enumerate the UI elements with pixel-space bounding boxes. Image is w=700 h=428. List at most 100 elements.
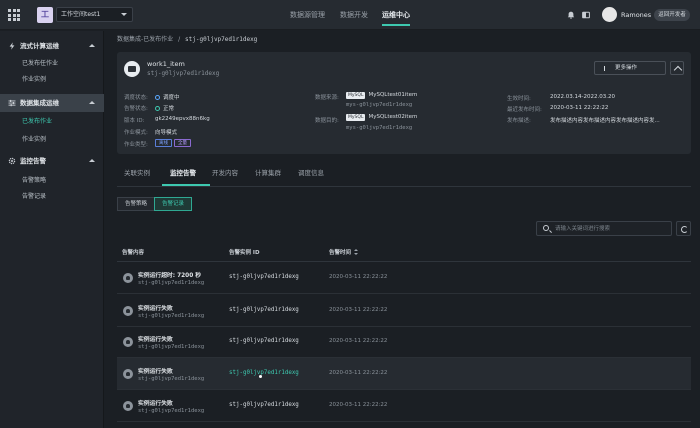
alert-instance-id[interactable]: stj-g0ljvp7ed1r1dexg [229,370,299,376]
workspace-name: 工作空间test1 [61,11,101,18]
alert-title: 实例运行失败 [138,337,173,343]
alert-job-id: stj-g0ljvp7ed1r1dexg [138,344,205,350]
user-name[interactable]: Ramones [621,0,651,30]
more-actions-label: 更多操作 [615,65,638,71]
segment-alert-policy[interactable]: 告警策略 [117,197,156,211]
data-target-id: mys-g0ljvp7ed1r1dexg [346,125,413,131]
alert-icon [123,369,133,379]
alert-instance-id[interactable]: stj-g0ljvp7ed1r1dexg [229,307,299,313]
table-row[interactable]: 实例运行超时: 7200 秒 stj-g0ljvp7ed1r1dexg stj-… [117,262,691,294]
tab-dev-content[interactable]: 开发内容 [212,168,238,178]
alert-title: 实例运行失败 [138,401,173,407]
sort-icon[interactable] [354,249,359,255]
alert-title: 实例运行超时: 7200 秒 [138,273,202,279]
segment-alert-records[interactable]: 告警记录 [154,197,193,211]
sidebar-group-label: 监控告警 [20,157,46,165]
data-target-name: MySQLtest02item [368,114,418,120]
data-source-id: mys-g0ljvp7ed1r1dexg [346,102,413,108]
alert-instance-id[interactable]: stj-g0ljvp7ed1r1dexg [229,402,299,408]
job-type-label: 作业类型: [124,142,148,148]
sidebar-group-label: 数据集成运维 [20,99,59,107]
schedule-status-label: 调度状态: [124,95,148,101]
publish-desc-label: 发布描述: [507,118,531,124]
breadcrumb-parent[interactable]: 数据集成-已发布作业 [117,36,173,43]
nav-ops-center[interactable]: 运维中心 [382,0,410,30]
job-name: work1_item [147,60,185,68]
alert-time: 2020-03-11 22:22:22 [329,370,388,376]
table-row[interactable]: 实例运行失败 stj-g0ljvp7ed1r1dexg stj-g0ljvp7e… [117,326,691,358]
sidebar-item-integration-instances[interactable]: 作业实例 [0,132,104,148]
status-dot [155,105,160,111]
sidebar-group-label: 流式计算运维 [20,42,59,50]
alert-icon [123,401,133,411]
more-icon [604,66,606,71]
bell-icon[interactable] [567,11,575,19]
lightning-icon [9,42,15,50]
search-box [536,221,672,236]
mysql-badge: MySQL [346,114,366,121]
sidebar-item-integration-published[interactable]: 已发布作业 [0,114,104,130]
alert-icon [123,337,133,347]
data-target-value[interactable]: MySQL MySQLtest02item [346,114,417,121]
table-row[interactable]: 实例运行失败 stj-g0ljvp7ed1r1dexg stj-g0ljvp7e… [117,358,691,390]
collapse-button[interactable] [670,61,684,75]
tab-schedule-info[interactable]: 调度信息 [298,168,324,178]
alert-title: 实例运行失败 [138,306,173,312]
tag-offline: 离线 [155,139,172,147]
chevron-up-icon [89,159,95,162]
gear-icon [8,157,16,165]
alert-time: 2020-03-11 22:22:22 [329,274,388,280]
tab-related-instances[interactable]: 关联实例 [124,168,150,178]
job-info-card: work1_item stj-g0ljvp7ed1r1dexg 更多操作 调度状… [117,52,691,154]
alert-job-id: stj-g0ljvp7ed1r1dexg [138,376,205,382]
book-icon[interactable] [582,11,590,19]
apps-grid-icon[interactable] [8,9,20,21]
column-header-alert-time[interactable]: 告警时间 [329,248,359,256]
data-source-label: 数据来源: [315,95,339,101]
job-id: stj-g0ljvp7ed1r1dexg [147,70,220,77]
alert-instance-id[interactable]: stj-g0ljvp7ed1r1dexg [229,274,299,280]
alert-status-value: 正常 [155,104,174,112]
last-publish-time-value: 2020-03-11 22:22:22 [550,105,609,111]
tab-compute-cluster[interactable]: 计算集群 [255,168,281,178]
alert-icon [123,306,133,316]
sidebar-item-alert-policy[interactable]: 告警策略 [0,173,104,189]
sidebar-group-integration-ops[interactable]: 数据集成运维 [0,94,104,112]
alert-instance-id[interactable]: stj-g0ljvp7ed1r1dexg [229,338,299,344]
alert-time: 2020-03-11 22:22:22 [329,402,388,408]
data-target-label: 数据目的: [315,118,339,124]
table-row[interactable]: 实例运行失败 stj-g0ljvp7ed1r1dexg stj-g0ljvp7e… [117,295,691,327]
alert-time: 2020-03-11 22:22:22 [329,307,388,313]
version-id-label: 版本 ID: [124,118,145,124]
sidebar-item-alert-records[interactable]: 告警记录 [0,189,104,205]
sidebar-group-monitor-alert[interactable]: 监控告警 [0,152,104,170]
status-dot [155,94,160,100]
more-actions-button[interactable]: 更多操作 [594,61,666,75]
sidebar-item-stream-instances[interactable]: 作业实例 [0,72,104,88]
chevron-down-icon [121,13,127,16]
column-header-instance-id: 告警实例 ID [229,250,260,256]
nav-development[interactable]: 数据开发 [340,0,368,30]
workspace-select[interactable]: 工作空间test1 [56,7,133,22]
refresh-button[interactable] [676,221,691,236]
sidebar-group-stream-ops[interactable]: 流式计算运维 [0,37,104,55]
nav-datasource[interactable]: 数据源管理 [290,0,325,30]
effective-time-value: 2022.03.14-2022.03.20 [550,94,615,100]
last-publish-time-label: 最近发布时间: [507,107,542,113]
avatar[interactable] [602,7,617,22]
data-source-value[interactable]: MySQL MySQLtest01item [346,92,417,99]
breadcrumb: 数据集成-已发布作业 / stj-g0ljvp7ed1r1dexg [117,35,257,45]
alert-time: 2020-03-11 22:22:22 [329,338,388,344]
effective-time-label: 生效时间: [507,96,531,102]
sidebar-item-stream-published[interactable]: 已发布任作业 [0,56,104,72]
alert-title: 实例运行失败 [138,369,173,375]
table-row[interactable]: 实例运行失败 stj-g0ljvp7ed1r1dexg stj-g0ljvp7e… [117,390,691,422]
workflow-icon [124,61,140,77]
exit-developer-button[interactable]: 返回开发者 [654,9,690,21]
alert-icon [123,273,133,283]
schedule-status-text: 调度中 [163,95,180,101]
tab-monitor-alert[interactable]: 监控告警 [170,168,196,178]
breadcrumb-current: stj-g0ljvp7ed1r1dexg [185,36,258,43]
search-input[interactable] [555,224,667,234]
version-id-value: gk2249epvx88n6kg [155,116,210,122]
